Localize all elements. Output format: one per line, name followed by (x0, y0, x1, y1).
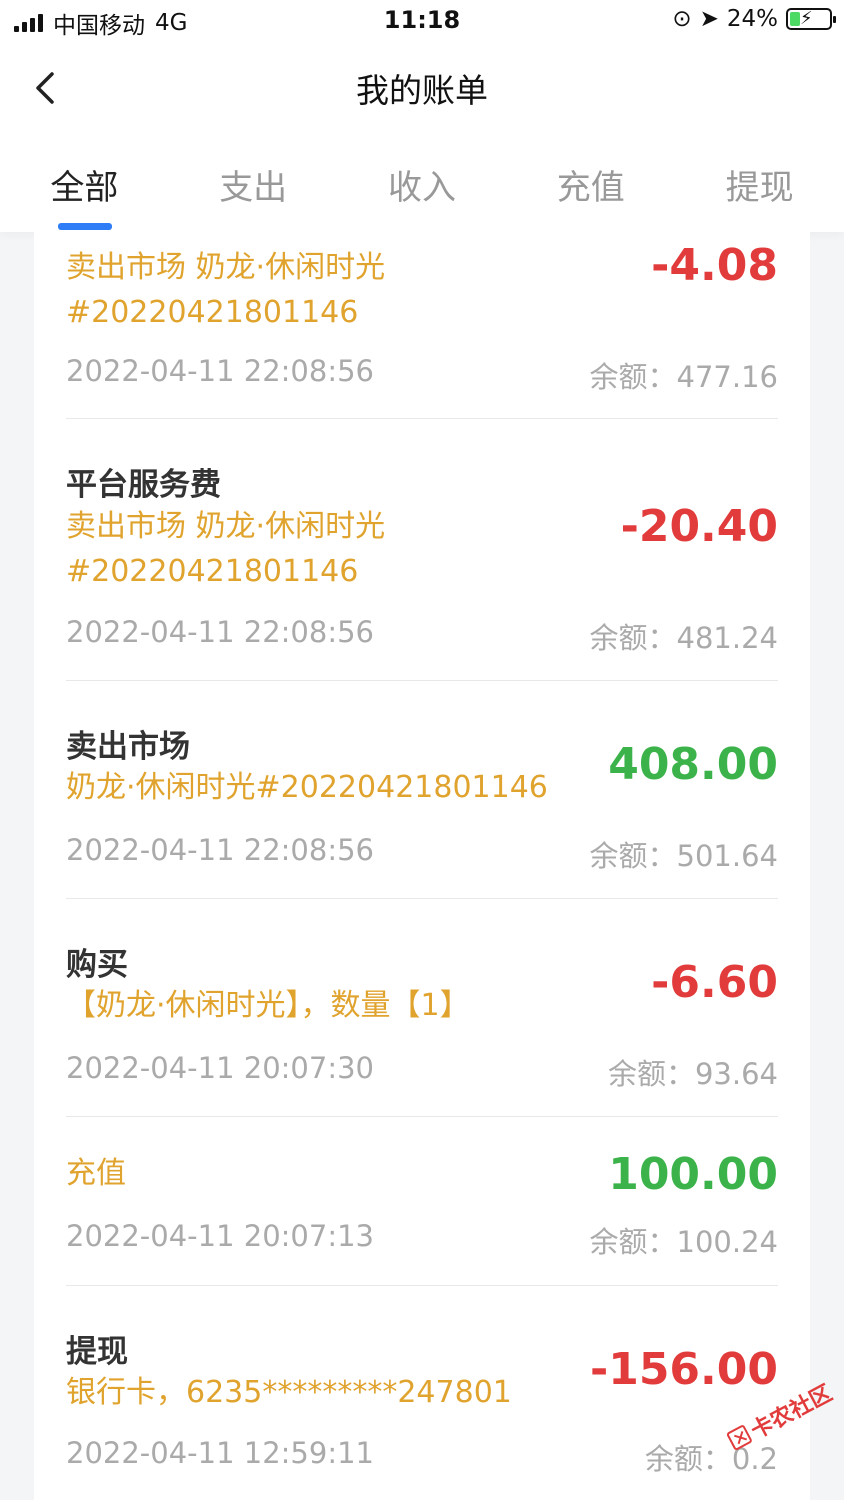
transaction-amount: -20.40 (620, 501, 778, 552)
transaction-amount: -6.60 (651, 957, 778, 1008)
transaction-title: 卖出市场 (66, 729, 190, 765)
transaction-balance: 余额：100.24 (589, 1225, 778, 1259)
transaction-title: 购买 (66, 947, 128, 983)
transaction-time: 2022-04-11 20:07:30 (66, 1051, 374, 1085)
transaction-item[interactable]: 提现 银行卡，6235*********247801 -156.00 2022-… (66, 1286, 778, 1500)
transaction-amount: 100.00 (608, 1149, 778, 1200)
transaction-title: 平台服务费 (66, 467, 221, 503)
location-icon: ➤ (699, 6, 719, 32)
transaction-item[interactable]: 平台服务费 卖出市场 奶龙·休闲时光 #20220421801146 -20.4… (66, 419, 778, 681)
transaction-amount: -156.00 (589, 1344, 778, 1395)
transaction-time: 2022-04-11 22:08:56 (66, 615, 374, 649)
tab-recharge[interactable]: 充值 (506, 134, 675, 232)
transaction-amount: -4.08 (651, 240, 778, 291)
status-bar: 中国移动 4G 11:18 ⊙ ➤ 24% ⚡ (0, 0, 844, 44)
transaction-desc: 充值 (66, 1156, 126, 1191)
transaction-desc: 卖出市场 奶龙·休闲时光 #20220421801146 (66, 250, 386, 330)
transaction-balance: 余额：481.24 (589, 621, 778, 655)
navigation-bar: 我的账单 (0, 44, 844, 134)
transaction-time: 2022-04-11 22:08:56 (66, 833, 374, 867)
rotation-lock-icon: ⊙ (672, 6, 692, 32)
transaction-time: 2022-04-11 12:59:11 (66, 1436, 374, 1470)
transaction-item[interactable]: 购买 【奶龙·休闲时光】，数量【1】 -6.60 2022-04-11 20:0… (66, 899, 778, 1117)
transaction-desc: 【奶龙·休闲时光】，数量【1】 (66, 988, 470, 1023)
tab-withdraw[interactable]: 提现 (675, 134, 844, 232)
transaction-desc: 卖出市场 奶龙·休闲时光 #20220421801146 (66, 509, 386, 589)
battery-percent: 24% (726, 6, 778, 32)
transaction-title: 提现 (66, 1334, 128, 1370)
tab-expense[interactable]: 支出 (169, 134, 338, 232)
transaction-desc: 银行卡，6235*********247801 (66, 1375, 512, 1410)
transaction-time: 2022-04-11 22:08:56 (66, 354, 374, 388)
transaction-item[interactable]: 充值 100.00 2022-04-11 20:07:13 余额：100.24 (66, 1117, 778, 1286)
page-title: 我的账单 (356, 71, 488, 110)
transaction-amount: 408.00 (608, 739, 778, 790)
tab-all[interactable]: 全部 (0, 134, 169, 232)
transaction-time: 2022-04-11 20:07:13 (66, 1219, 374, 1253)
transaction-balance: 余额：477.16 (589, 360, 778, 394)
transaction-balance: 余额：501.64 (589, 839, 778, 873)
transaction-desc: 奶龙·休闲时光#20220421801146 (66, 770, 548, 805)
transaction-list[interactable]: 卖出市场 奶龙·休闲时光 #20220421801146 -4.08 2022-… (34, 232, 810, 1500)
status-right: ⊙ ➤ 24% ⚡ (672, 6, 836, 32)
tab-income[interactable]: 收入 (338, 134, 507, 232)
transaction-item[interactable]: 卖出市场 奶龙·休闲时光#20220421801146 408.00 2022-… (66, 681, 778, 899)
transaction-item[interactable]: 卖出市场 奶龙·休闲时光 #20220421801146 -4.08 2022-… (66, 232, 778, 419)
transaction-balance: 余额：93.64 (607, 1057, 778, 1091)
tab-bar: 全部 支出 收入 充值 提现 (0, 134, 844, 232)
battery-icon: ⚡ (786, 8, 836, 30)
